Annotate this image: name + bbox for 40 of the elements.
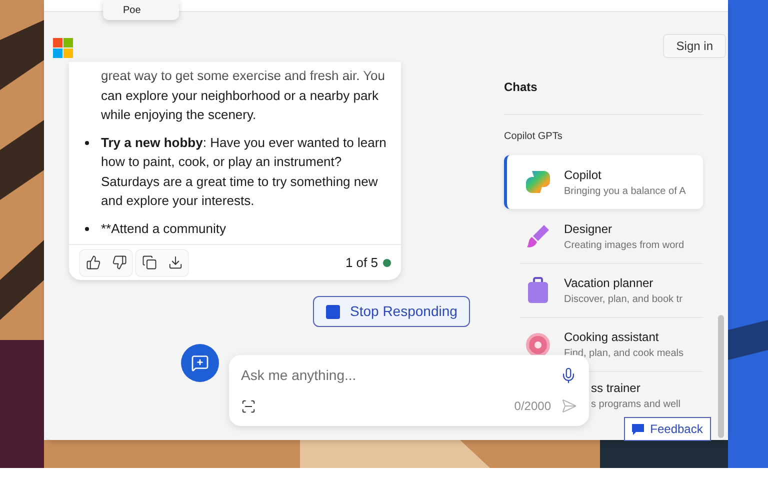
download-icon <box>168 255 182 270</box>
message-paragraph: Try a new hobby: Have you ever wanted to learn how to paint, cook, or play an instrument? Saturdays are a great time to try something new and explore your interests. <box>101 134 387 210</box>
response-counter: 1 of 5 <box>345 254 378 272</box>
section-heading: Copilot GPTs <box>504 130 564 144</box>
character-count: 0/2000 <box>514 398 551 415</box>
gpt-title: Copilot <box>564 166 602 184</box>
feedback-button[interactable]: Feedback <box>624 417 711 441</box>
chat-plus-icon <box>191 354 209 372</box>
microphone-icon[interactable] <box>560 366 577 384</box>
message-paragraph: **Attend a community <box>101 220 226 238</box>
bullet-icon <box>85 140 89 144</box>
gpt-list-item[interactable]: Vacation planner Discover, plan, and book tr <box>504 264 703 317</box>
gpt-description: Discover, plan, and book tr <box>564 293 682 307</box>
gpt-title: ss trainer <box>591 380 642 396</box>
menu-item[interactable]: Poe <box>123 2 141 18</box>
gpt-title: Cooking assistant <box>564 329 660 346</box>
four-squares-logo-icon <box>53 38 73 58</box>
copy-icon <box>142 255 156 270</box>
thumbs-up-icon <box>86 255 100 270</box>
gpt-title: Designer <box>564 220 614 238</box>
message-input[interactable]: Ask me anything... <box>241 363 560 387</box>
gpt-description: s programs and well <box>591 398 680 412</box>
gpt-title: Vacation planner <box>564 275 654 292</box>
thumbs-down-icon <box>112 255 126 270</box>
paintbrush-icon <box>524 222 552 250</box>
bullet-icon <box>85 226 89 230</box>
chats-heading: Chats <box>504 79 538 96</box>
scan-icon[interactable] <box>241 398 256 414</box>
new-topic-button[interactable] <box>181 344 219 382</box>
sign-in-button[interactable]: Sign in <box>663 34 726 58</box>
stop-responding-button[interactable]: Stop Responding <box>313 296 470 327</box>
gpt-list-item[interactable]: Designer Creating images from word <box>504 209 703 263</box>
swirl-logo-icon <box>524 168 552 196</box>
gpt-list-item[interactable]: ss trainer s programs and well <box>591 372 703 418</box>
gpt-list-item[interactable]: Copilot Bringing you a balance of A <box>504 155 703 209</box>
message-paragraph: great way to get some exercise and fresh air. You can explore your neighborhood or a nearby park while enjoying the scenery. <box>101 67 386 124</box>
stop-square-icon <box>326 304 340 318</box>
speech-bubble-icon <box>632 424 644 434</box>
gpt-description: Creating images from word <box>564 238 684 252</box>
gpt-description: Bringing you a balance of A <box>564 184 686 198</box>
